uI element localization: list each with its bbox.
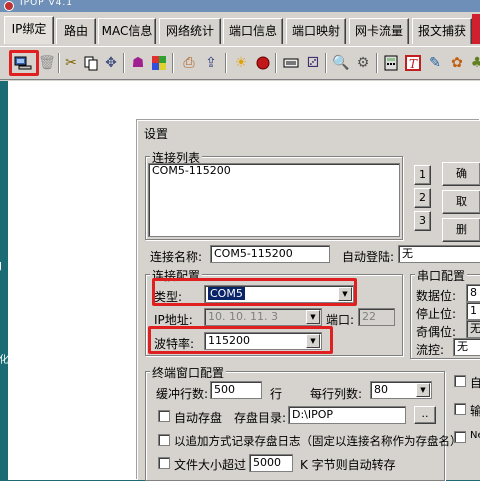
tab-row: IP绑定 路由 MAC信息 网络统计 端口信息 端口映射 网卡流量 报文捕获 (0, 14, 480, 44)
browse-button[interactable]: .. (414, 406, 436, 424)
window-edge-accent (472, 14, 480, 44)
cols-select[interactable]: 80 ▼ (370, 381, 432, 399)
dialog-title: 设置 (144, 127, 169, 141)
data-bits-select[interactable]: 8 (466, 284, 480, 302)
auto-login-label: 自动登陆: (342, 250, 395, 264)
ip-address-input[interactable]: 10. 10. 11. 3 ▼ (204, 308, 322, 326)
parity-label: 奇偶位: (416, 325, 457, 339)
flow-label: 流控: (416, 343, 445, 357)
connection-name-input[interactable]: COM5-115200 (210, 245, 330, 263)
ok-button[interactable]: 确 (442, 162, 480, 186)
record-icon[interactable] (252, 52, 274, 74)
tools-icon[interactable]: ✂ (60, 52, 82, 74)
settings-dialog: 设置 连接列表 COM5-115200 1 2 3 确 取 删 连接名称: CO… (137, 120, 480, 481)
number-button-2[interactable]: 2 (414, 188, 431, 208)
right-checkbox-3[interactable] (454, 431, 466, 443)
main-window: IPOP V4.1 IP绑定 路由 MAC信息 网络统计 端口信息 端口映射 网… (0, 0, 480, 481)
chevron-down-icon[interactable]: ▼ (306, 310, 320, 324)
highlight-connect (9, 50, 39, 76)
right-checkbox-1[interactable] (454, 375, 466, 387)
separator (275, 53, 277, 73)
append-log-label: 以追加方式记录存盘日志（固定以连接名称作为存盘名） (174, 434, 462, 448)
stop-bits-label: 停止位: (416, 307, 457, 321)
tab-net-stats[interactable]: 网络统计 (159, 18, 221, 44)
calc-icon[interactable] (380, 52, 402, 74)
auto-login-select[interactable]: 无 (398, 245, 480, 263)
toolbar: 🗑 ✂ ✥ ☗ ⎙ ⇪ ☀ ⚂ 🔍 ⚙ T ✎ ✿ ♣ (0, 46, 480, 80)
copy-icon[interactable] (80, 52, 102, 74)
keyboard-icon[interactable] (280, 52, 302, 74)
text-icon[interactable]: T (402, 52, 424, 74)
delete-button[interactable]: 删 (442, 218, 480, 242)
number-button-1[interactable]: 1 (414, 165, 431, 185)
app-icon (4, 1, 14, 11)
tab-route[interactable]: 路由 (56, 18, 96, 44)
settings-icon[interactable]: ⚙ (352, 52, 374, 74)
terminal-config-label: 终端窗口配置 (150, 364, 227, 381)
window-title: IPOP V4.1 (20, 0, 73, 8)
highlight-baud (148, 326, 333, 354)
size-limit-input[interactable]: 5000 (249, 454, 293, 472)
side-text: J (0, 261, 2, 272)
right-check-label: 自 (470, 376, 480, 390)
chart-icon[interactable]: ⚂ (302, 52, 324, 74)
connection-name-label: 连接名称: (150, 250, 203, 264)
right-check-label: 输 (470, 404, 480, 418)
tab-mac-info[interactable]: MAC信息 (98, 18, 156, 44)
separator (123, 53, 125, 73)
size-limit-label: 文件大小超过 (174, 458, 247, 472)
left-strip: J 化 (0, 81, 9, 480)
buffer-rows-label: 缓冲行数: (156, 387, 209, 401)
buffer-rows-input[interactable]: 500 (210, 381, 262, 399)
separator (376, 53, 378, 73)
connection-list[interactable]: COM5-115200 (148, 163, 400, 237)
tab-packet-capture[interactable]: 报文捕获 (412, 18, 472, 44)
data-bits-label: 数据位: (416, 289, 457, 303)
colors-icon[interactable] (148, 52, 170, 74)
auto-save-checkbox[interactable] (158, 410, 170, 422)
serial-config-label: 串口配置 (415, 267, 468, 284)
tab-nic-traffic[interactable]: 网卡流量 (349, 18, 409, 44)
search-icon[interactable]: 🔍 (330, 52, 352, 74)
delete-icon[interactable]: 🗑 (36, 52, 58, 74)
pen-icon[interactable]: ✎ (424, 52, 446, 74)
right-checkbox-2[interactable] (454, 403, 466, 415)
svg-text:T: T (409, 57, 418, 71)
connection-list-item[interactable]: COM5-115200 (152, 164, 399, 178)
more-icon[interactable]: ♣ (466, 52, 480, 74)
separator (225, 53, 227, 73)
highlight-type (152, 278, 357, 306)
size-limit-checkbox[interactable] (158, 457, 170, 469)
save-dir-input[interactable]: D:\IPOP (288, 406, 406, 424)
sun-icon[interactable]: ☀ (230, 52, 252, 74)
size-limit-suffix: K 字节则自动转存 (300, 458, 396, 472)
export-icon[interactable]: ⇪ (200, 52, 222, 74)
cancel-button[interactable]: 取 (442, 190, 480, 214)
separator (325, 53, 327, 73)
auto-save-label: 自动存盘 (174, 411, 223, 425)
append-log-checkbox[interactable] (158, 434, 170, 446)
cols-label: 每行列数: (310, 387, 363, 401)
separator (172, 53, 174, 73)
save-dir-label: 存盘目录: (234, 411, 287, 425)
buffer-rows-unit: 行 (270, 387, 283, 401)
paint-icon[interactable]: ✿ (446, 52, 468, 74)
stop-bits-select[interactable]: 1 (466, 302, 480, 320)
tab-ip-binding[interactable]: IP绑定 (4, 16, 54, 44)
tab-port-map[interactable]: 端口映射 (286, 18, 346, 44)
refresh-icon[interactable]: ✥ (100, 52, 122, 74)
users-icon[interactable]: ☗ (127, 52, 149, 74)
flow-select[interactable]: 无 (453, 338, 480, 356)
number-button-3[interactable]: 3 (414, 211, 431, 231)
tab-port-info[interactable]: 端口信息 (223, 18, 283, 44)
print-icon[interactable]: ⎙ (178, 52, 200, 74)
parity-select[interactable]: 无 (466, 320, 480, 338)
title-bar: IPOP V4.1 (0, 0, 480, 12)
chevron-down-icon[interactable]: ▼ (416, 383, 430, 397)
right-check-label: Ne (470, 430, 480, 441)
port-input[interactable]: 22 (358, 308, 395, 326)
